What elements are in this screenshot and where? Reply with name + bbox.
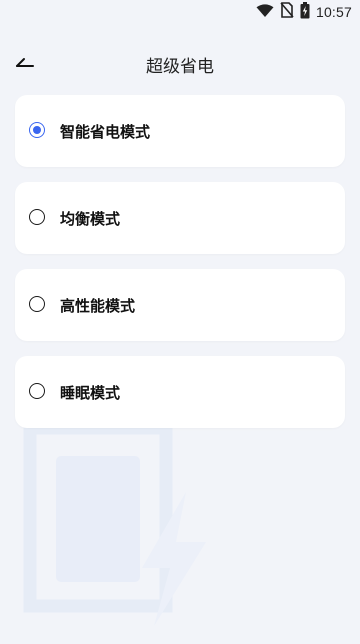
wifi-icon (256, 3, 274, 22)
mode-label: 高性能模式 (60, 297, 136, 315)
mode-label: 智能省电模式 (60, 123, 151, 141)
top-bar: 超级省电 (0, 44, 360, 82)
status-bar: 10:57 (0, 0, 360, 24)
mode-card-smart-saving[interactable]: 智能省电模式 (15, 95, 345, 167)
radio-unselected[interactable] (29, 296, 45, 312)
mode-label: 均衡模式 (60, 210, 121, 228)
battery-illustration (0, 420, 360, 640)
radio-selected[interactable] (29, 122, 45, 138)
radio-unselected[interactable] (29, 209, 45, 225)
status-icons: 10:57 (256, 1, 352, 23)
status-time: 10:57 (315, 4, 352, 20)
mode-card-sleep[interactable]: 睡眠模式 (15, 356, 345, 428)
mode-label: 睡眠模式 (60, 384, 121, 402)
battery-charging-icon (300, 1, 310, 23)
no-sim-icon (280, 2, 294, 22)
mode-card-high-performance[interactable]: 高性能模式 (15, 269, 345, 341)
radio-unselected[interactable] (29, 383, 45, 399)
page-title: 超级省电 (146, 57, 214, 77)
mode-card-balanced[interactable]: 均衡模式 (15, 182, 345, 254)
